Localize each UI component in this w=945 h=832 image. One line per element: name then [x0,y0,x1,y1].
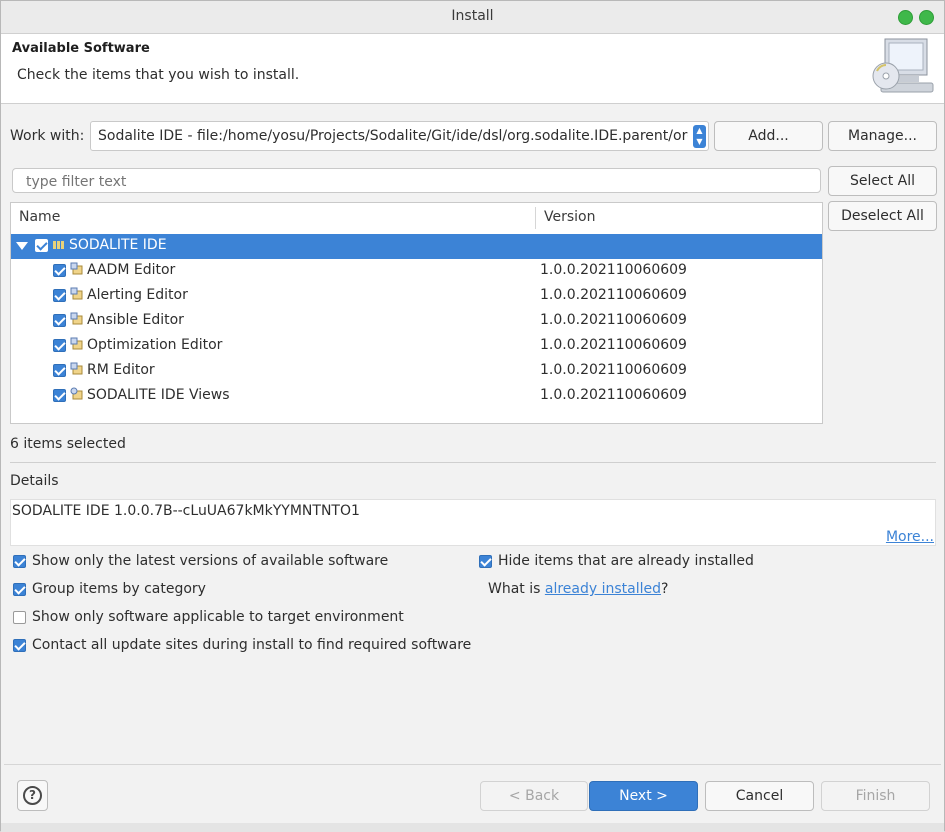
column-header-version[interactable]: Version [536,203,595,233]
category-label: SODALITE IDE [69,237,167,253]
group-by-category-label: Group items by category [32,581,206,597]
next-button[interactable]: Next > [589,781,698,811]
feature-icon [70,337,83,350]
target-environment-checkbox[interactable] [13,611,26,624]
combo-spinner-icon[interactable]: ▲ ▼ [693,125,706,148]
title-bar: Install [1,1,944,34]
feature-icon [70,287,83,300]
software-tree[interactable]: Name Version SODALITE IDE AADM Editor 1.… [10,202,823,424]
contact-update-sites-label: Contact all update sites during install … [32,637,472,653]
work-with-combo[interactable]: Sodalite IDE - file:/home/yosu/Projects/… [90,121,709,151]
manage-sites-button[interactable]: Manage... [828,121,937,151]
row-checkbox[interactable] [53,389,66,402]
row-label: SODALITE IDE Views [87,387,230,403]
help-icon: ? [23,786,42,805]
minimize-button[interactable] [898,10,913,25]
details-separator [10,462,936,463]
group-by-category-checkbox[interactable] [13,583,26,596]
feature-icon [70,362,83,375]
row-checkbox[interactable] [53,364,66,377]
tree-row-alerting-editor[interactable]: Alerting Editor 1.0.0.202110060609 [11,284,822,309]
row-checkbox[interactable] [53,314,66,327]
what-is-installed-text: What is already installed? [488,581,668,597]
contact-update-sites-checkbox[interactable] [13,639,26,652]
tree-row-aadm-editor[interactable]: AADM Editor 1.0.0.202110060609 [11,259,822,284]
hide-installed-checkbox[interactable] [479,555,492,568]
row-checkbox[interactable] [53,339,66,352]
latest-versions-checkbox[interactable] [13,555,26,568]
finish-button[interactable]: Finish [821,781,930,811]
what-is-suffix: ? [661,581,669,597]
page-title: Available Software [12,41,150,56]
maximize-button[interactable] [919,10,934,25]
page-description: Check the items that you wish to install… [17,67,300,83]
tree-row-optimization-editor[interactable]: Optimization Editor 1.0.0.202110060609 [11,334,822,359]
tree-row-sodalite-ide-views[interactable]: SODALITE IDE Views 1.0.0.202110060609 [11,384,822,409]
category-checkbox[interactable] [35,239,48,252]
row-label: AADM Editor [87,262,176,278]
window-title: Install [451,8,494,24]
tree-category-row[interactable]: SODALITE IDE [11,234,822,259]
install-dialog: Install Available Software Check the ite… [0,0,945,832]
row-version: 1.0.0.202110060609 [540,387,687,403]
row-label: Ansible Editor [87,312,184,328]
cancel-button[interactable]: Cancel [705,781,814,811]
selection-status: 6 items selected [10,436,126,452]
work-with-value: Sodalite IDE - file:/home/yosu/Projects/… [98,128,688,144]
install-monitor-icon [872,38,934,93]
help-button[interactable]: ? [17,780,48,811]
row-label: Optimization Editor [87,337,223,353]
details-panel: SODALITE IDE 1.0.0.7B--cLuUA67kMkYYMNTNT… [10,499,936,546]
latest-versions-label: Show only the latest versions of availab… [32,553,389,569]
row-checkbox[interactable] [53,289,66,302]
row-checkbox[interactable] [53,264,66,277]
tree-row-ansible-editor[interactable]: Ansible Editor 1.0.0.202110060609 [11,309,822,334]
what-is-prefix: What is [488,581,545,597]
select-all-button[interactable]: Select All [828,166,937,196]
feature-icon [70,387,83,400]
expand-triangle-icon[interactable] [16,242,28,250]
feature-icon [70,312,83,325]
details-text: SODALITE IDE 1.0.0.7B--cLuUA67kMkYYMNTNT… [12,503,360,519]
more-link[interactable]: More... [886,529,934,545]
deselect-all-button[interactable]: Deselect All [828,201,937,231]
work-with-label: Work with: [10,128,85,144]
target-environment-label: Show only software applicable to target … [32,609,404,625]
row-label: Alerting Editor [87,287,188,303]
category-icon [53,241,64,249]
row-label: RM Editor [87,362,155,378]
row-version: 1.0.0.202110060609 [540,287,687,303]
add-site-button[interactable]: Add... [714,121,823,151]
hide-installed-label: Hide items that are already installed [498,553,754,569]
details-label: Details [10,473,59,489]
row-version: 1.0.0.202110060609 [540,262,687,278]
row-version: 1.0.0.202110060609 [540,362,687,378]
tree-row-rm-editor[interactable]: RM Editor 1.0.0.202110060609 [11,359,822,384]
column-header-name[interactable]: Name [11,203,60,233]
already-installed-link[interactable]: already installed [545,581,661,597]
back-button[interactable]: < Back [480,781,588,811]
filter-input[interactable] [12,168,821,193]
feature-icon [70,262,83,275]
row-version: 1.0.0.202110060609 [540,337,687,353]
row-version: 1.0.0.202110060609 [540,312,687,328]
footer-separator [4,764,941,765]
wizard-header: Available Software Check the items that … [1,34,944,104]
